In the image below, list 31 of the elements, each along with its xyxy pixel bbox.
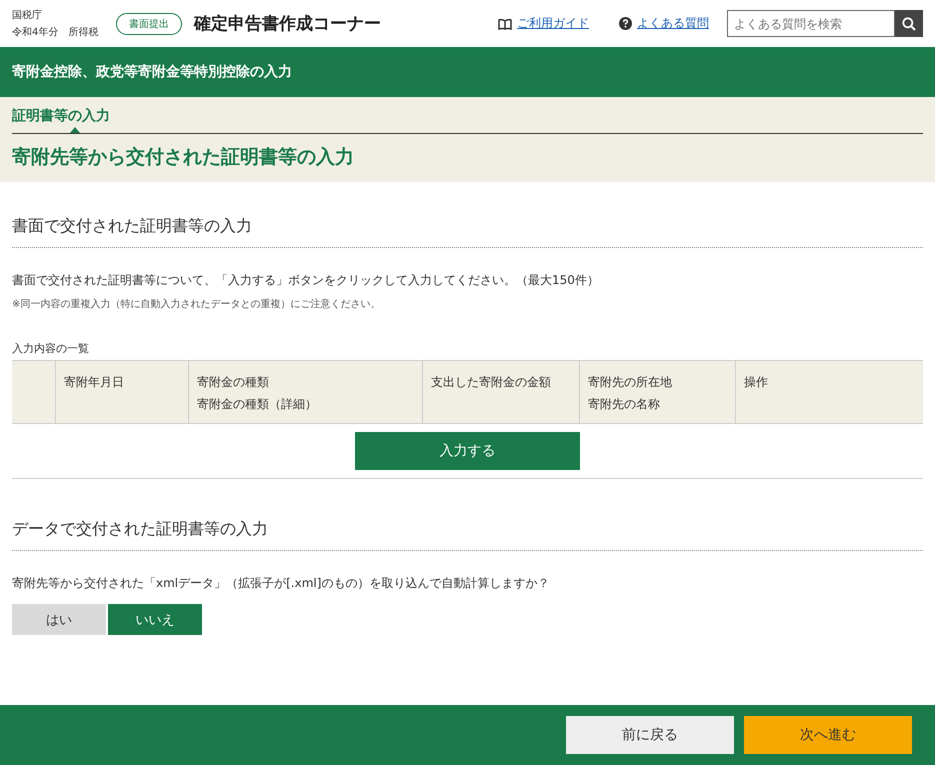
column-header: 寄附先の所在地 寄附先の名称: [579, 361, 735, 423]
search-icon: [902, 16, 916, 30]
search-field[interactable]: よくある質問を検索: [727, 10, 895, 37]
table-caption: 入力内容の一覧: [12, 341, 90, 356]
header-link[interactable]: よくある質問: [637, 15, 709, 32]
header-link[interactable]: ご利用ガイド: [517, 15, 589, 32]
agency-name: 国税庁: [12, 8, 43, 22]
column-header: 寄附金の種類 寄附金の種類（詳細）: [188, 361, 422, 423]
section-heading: データで交付された証明書等の入力: [12, 519, 923, 551]
app-title: 確定申告書作成コーナー: [194, 13, 381, 35]
step-title: 寄附先等から交付された証明書等の入力: [12, 145, 355, 170]
column-header: 操作: [735, 361, 912, 423]
back-button[interactable]: 前に戻る: [566, 716, 734, 754]
column-header: 支出した寄附金の金額: [422, 361, 579, 423]
step-label: 証明書等の入力: [12, 108, 110, 124]
step-marker-icon: [70, 127, 80, 133]
caution-note: ※同一内容の重複入力（特に自動入力されたデータとの重複）にご注意ください。: [12, 298, 382, 311]
option-button[interactable]: いいえ: [108, 604, 202, 635]
search-button[interactable]: [895, 10, 923, 37]
add-entry-button[interactable]: 入力する: [355, 432, 580, 470]
page-title-bar: 寄附金控除、政党等寄附金等特別控除の入力: [0, 47, 935, 97]
question-text: 寄附先等から交付された「xmlデータ」（拡張子が[.xml]のもの）を取り込んで自動計算しますか？: [12, 575, 550, 592]
description: 書面で交付された証明書等について、「入力する」ボタンをクリックして入力してください。（最大150件）: [12, 272, 600, 289]
column-header: 寄附年月日: [55, 361, 188, 423]
help-icon: [619, 17, 632, 30]
tax-year: 令和4年分 所得税: [12, 26, 100, 40]
option-button[interactable]: はい: [12, 604, 106, 635]
book-icon: [498, 18, 512, 30]
next-button[interactable]: 次へ進む: [744, 716, 912, 754]
section-heading: 書面で交付された証明書等の入力: [12, 216, 923, 248]
mode-badge: 書面提出: [116, 12, 182, 34]
